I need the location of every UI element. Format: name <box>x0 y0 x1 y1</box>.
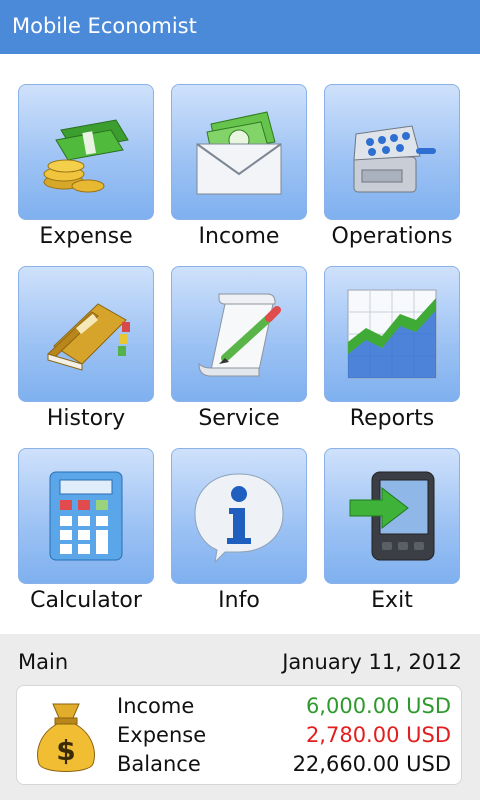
menu-item-label: Calculator <box>30 588 142 613</box>
menu-item-calculator[interactable]: Calculator <box>18 418 156 613</box>
area-chart-icon <box>347 289 437 379</box>
menu-item-income[interactable]: Income <box>171 54 309 249</box>
menu-item-exit[interactable]: Exit <box>324 418 462 613</box>
income-value: 6,000.00 USD <box>305 694 451 718</box>
cash-register-icon <box>353 125 436 193</box>
info-icon <box>194 473 284 564</box>
summary-panel: Main January 11, 2012 $ Income 6,000.00 … <box>0 634 480 800</box>
calculator-icon <box>49 471 123 561</box>
ledger-book-icon <box>47 303 130 371</box>
exit-device-icon <box>349 471 435 561</box>
expense-label: Expense <box>117 723 207 747</box>
expense-value: 2,780.00 USD <box>305 723 451 747</box>
menu-item-reports[interactable]: Reports <box>324 236 462 431</box>
menu-item-service[interactable]: Service <box>171 236 309 431</box>
envelope-money-icon <box>196 111 282 195</box>
income-label: Income <box>117 694 195 718</box>
menu-item-label: Exit <box>371 588 413 613</box>
menu-item-expense[interactable]: Expense <box>18 54 156 249</box>
menu-item-info[interactable]: Info <box>171 418 309 613</box>
balance-label: Balance <box>117 752 201 776</box>
balance-row: Balance 22,660.00 USD <box>117 752 451 780</box>
scroll-pen-icon <box>198 293 281 377</box>
menu-item-history[interactable]: History <box>18 236 156 431</box>
account-name: Main <box>18 650 69 674</box>
money-coins-icon <box>43 119 129 193</box>
expense-row: Expense 2,780.00 USD <box>117 723 451 751</box>
current-date: January 11, 2012 <box>282 650 462 674</box>
menu-item-label: Info <box>218 588 260 613</box>
balance-card: $ Income 6,000.00 USD Expense 2,780.00 U… <box>16 685 462 785</box>
income-row: Income 6,000.00 USD <box>117 694 451 722</box>
balance-value: 22,660.00 USD <box>292 752 451 776</box>
menu-item-operations[interactable]: Operations <box>324 54 462 249</box>
menu-grid: Expense Income Operations History Servic… <box>0 54 480 634</box>
app-title: Mobile Economist <box>12 14 197 38</box>
svg-text:$: $ <box>56 734 75 767</box>
title-bar: Mobile Economist <box>0 0 480 54</box>
money-bag-icon: $ <box>37 703 95 772</box>
